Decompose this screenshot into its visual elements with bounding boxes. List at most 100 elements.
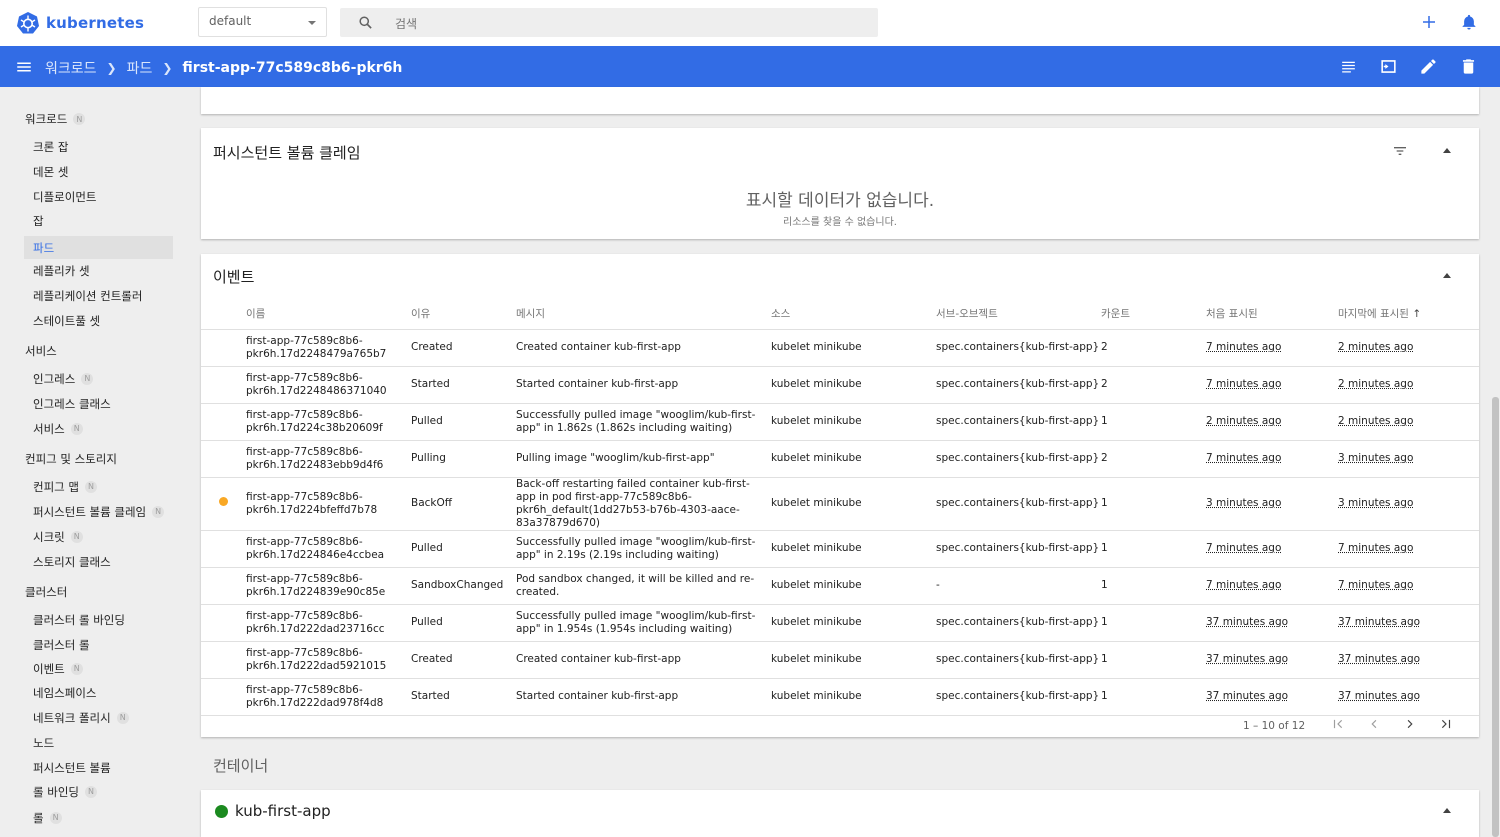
sidebar-item-jobs[interactable]: 잡 bbox=[24, 209, 173, 232]
relative-time[interactable]: 3 minutes ago bbox=[1206, 497, 1281, 509]
column-header-message[interactable]: 메시지 bbox=[516, 299, 771, 330]
sidebar-item-persistentvolumes[interactable]: 퍼시스턴트 볼륨 bbox=[24, 756, 173, 779]
relative-time[interactable]: 37 minutes ago bbox=[1338, 616, 1420, 628]
column-header-source[interactable]: 소스 bbox=[771, 299, 936, 330]
sidebar-group-workloads[interactable]: 워크로드 N bbox=[25, 111, 86, 127]
relative-time[interactable]: 7 minutes ago bbox=[1206, 378, 1281, 390]
sidebar-item-replicationcontrollers[interactable]: 레플리케이션 컨트롤러 bbox=[24, 284, 173, 307]
column-header-count[interactable]: 카운트 bbox=[1101, 299, 1206, 330]
sidebar-item-secrets[interactable]: 시크릿 N bbox=[24, 525, 173, 548]
sidebar-item-events[interactable]: 이벤트 N bbox=[24, 657, 173, 680]
sidebar-item-clusterroles[interactable]: 클러스터 롤 bbox=[24, 633, 173, 656]
sidebar-item-label: 스테이트풀 셋 bbox=[33, 313, 101, 328]
column-header-first-seen[interactable]: 처음 표시된 bbox=[1206, 299, 1338, 330]
table-row[interactable]: first-app-77c589c8b6-pkr6h.17d224c38b206… bbox=[201, 403, 1479, 441]
event-last-seen: 2 minutes ago bbox=[1338, 403, 1479, 441]
exec-shell-icon[interactable] bbox=[1379, 57, 1398, 76]
search-input[interactable]: 검색 bbox=[340, 8, 878, 37]
table-row[interactable]: first-app-77c589c8b6-pkr6h.17d22483ebb9d… bbox=[201, 440, 1479, 478]
sidebar-group-services[interactable]: 서비스 bbox=[25, 343, 57, 359]
last-page-icon[interactable] bbox=[1439, 717, 1453, 731]
sidebar-group-cluster[interactable]: 클러스터 bbox=[25, 584, 67, 600]
breadcrumb-workloads[interactable]: 워크로드 bbox=[45, 58, 97, 78]
event-count: 1 bbox=[1101, 641, 1206, 679]
relative-time[interactable]: 37 minutes ago bbox=[1338, 690, 1420, 702]
relative-time[interactable]: 3 minutes ago bbox=[1338, 497, 1413, 509]
sidebar-item-clusterrolebindings[interactable]: 클러스터 롤 바인딩 bbox=[24, 608, 173, 631]
collapse-icon[interactable] bbox=[1443, 148, 1451, 153]
events-table-body: first-app-77c589c8b6-pkr6h.17d2248479a76… bbox=[201, 329, 1479, 716]
sidebar-item-roles[interactable]: 롤N bbox=[24, 806, 173, 829]
sidebar-item-pvcs[interactable]: 퍼시스턴트 볼륨 클레임 N bbox=[24, 500, 173, 523]
sidebar-item-networkpolicies[interactable]: 네트워크 폴리시 N bbox=[24, 706, 173, 729]
column-header-reason[interactable]: 이유 bbox=[411, 299, 516, 330]
logs-icon[interactable] bbox=[1339, 57, 1358, 76]
namespace-select[interactable]: default bbox=[198, 7, 327, 37]
event-reason: Started bbox=[411, 366, 516, 404]
relative-time[interactable]: 37 minutes ago bbox=[1206, 690, 1288, 702]
sidebar-item-rolebindings[interactable]: 롤 바인딩 N bbox=[24, 780, 173, 803]
sidebar-item-storageclasses[interactable]: 스토리지 클래스 bbox=[24, 550, 173, 573]
table-row[interactable]: first-app-77c589c8b6-pkr6h.17d222dad978f… bbox=[201, 678, 1479, 716]
table-row[interactable]: first-app-77c589c8b6-pkr6h.17d224bfeffd7… bbox=[201, 477, 1479, 531]
delete-trash-icon[interactable] bbox=[1459, 57, 1478, 76]
sidebar-item-ingresses[interactable]: 인그레스 N bbox=[24, 367, 173, 390]
relative-time[interactable]: 7 minutes ago bbox=[1206, 452, 1281, 464]
column-header-name[interactable]: 이름 bbox=[246, 299, 411, 330]
kubernetes-logo[interactable]: kubernetes bbox=[16, 11, 144, 35]
relative-time[interactable]: 2 minutes ago bbox=[1206, 415, 1281, 427]
filter-icon[interactable] bbox=[1392, 143, 1408, 159]
sidebar-item-ingressclasses[interactable]: 인그레스 클래스 bbox=[24, 392, 173, 415]
relative-time[interactable]: 2 minutes ago bbox=[1338, 415, 1413, 427]
sidebar-item-pods[interactable]: 파드 bbox=[24, 236, 173, 259]
table-row[interactable]: first-app-77c589c8b6-pkr6h.17d222dad2371… bbox=[201, 604, 1479, 642]
sidebar-item-nodes[interactable]: 노드 bbox=[24, 731, 173, 754]
event-source: kubelet minikube bbox=[771, 678, 936, 716]
collapse-icon[interactable] bbox=[1443, 273, 1451, 278]
relative-time[interactable]: 7 minutes ago bbox=[1206, 341, 1281, 353]
sidebar-item-label: 롤 bbox=[33, 810, 44, 825]
sidebar-item-label: 시크릿 bbox=[33, 529, 65, 544]
next-page-icon[interactable] bbox=[1403, 717, 1417, 731]
collapse-icon[interactable] bbox=[1443, 808, 1451, 813]
menu-icon[interactable] bbox=[15, 58, 33, 76]
relative-time[interactable]: 7 minutes ago bbox=[1338, 542, 1413, 554]
sidebar-item-replicasets[interactable]: 레플리카 셋 bbox=[24, 259, 173, 282]
sidebar-item-configmaps[interactable]: 컨피그 맵 N bbox=[24, 475, 173, 498]
relative-time[interactable]: 7 minutes ago bbox=[1338, 579, 1413, 591]
table-row[interactable]: first-app-77c589c8b6-pkr6h.17d222dad5921… bbox=[201, 641, 1479, 679]
sidebar-item-daemonsets[interactable]: 데몬 셋 bbox=[24, 160, 173, 183]
sidebar-group-label: 서비스 bbox=[25, 344, 57, 358]
relative-time[interactable]: 37 minutes ago bbox=[1338, 653, 1420, 665]
notifications-bell-icon[interactable] bbox=[1460, 13, 1478, 31]
table-row[interactable]: first-app-77c589c8b6-pkr6h.17d224846e4cc… bbox=[201, 530, 1479, 568]
breadcrumb-pods[interactable]: 파드 bbox=[127, 58, 153, 78]
relative-time[interactable]: 3 minutes ago bbox=[1338, 452, 1413, 464]
relative-time[interactable]: 2 minutes ago bbox=[1338, 341, 1413, 353]
table-row[interactable]: first-app-77c589c8b6-pkr6h.17d2248486371… bbox=[201, 366, 1479, 404]
event-subobject: spec.containers{kub-first-app} bbox=[936, 530, 1101, 568]
relative-time[interactable]: 2 minutes ago bbox=[1338, 378, 1413, 390]
relative-time[interactable]: 7 minutes ago bbox=[1206, 579, 1281, 591]
previous-page-icon[interactable] bbox=[1367, 717, 1381, 731]
edit-pencil-icon[interactable] bbox=[1419, 57, 1438, 76]
table-row[interactable]: first-app-77c589c8b6-pkr6h.17d2248479a76… bbox=[201, 329, 1479, 367]
sidebar-item-statefulsets[interactable]: 스테이트풀 셋 bbox=[24, 309, 173, 332]
namespaced-badge: N bbox=[116, 711, 129, 724]
first-page-icon[interactable] bbox=[1331, 717, 1345, 731]
status-cell bbox=[201, 567, 246, 605]
sidebar-item-services[interactable]: 서비스 N bbox=[24, 417, 173, 440]
sidebar-item-namespaces[interactable]: 네임스페이스 bbox=[24, 681, 173, 704]
create-plus-icon[interactable] bbox=[1420, 13, 1438, 31]
page-scrollbar[interactable] bbox=[1492, 397, 1499, 837]
sidebar-group-config-storage[interactable]: 컨피그 및 스토리지 bbox=[25, 451, 117, 467]
relative-time[interactable]: 37 minutes ago bbox=[1206, 616, 1288, 628]
relative-time[interactable]: 7 minutes ago bbox=[1206, 542, 1281, 554]
column-header-last-seen[interactable]: 마지막에 표시된 ↑ bbox=[1338, 299, 1479, 330]
sidebar-item-cronjobs[interactable]: 크론 잡 bbox=[24, 135, 173, 158]
sidebar-item-deployments[interactable]: 디플로이먼트 bbox=[24, 185, 173, 208]
column-header-subobject[interactable]: 서브-오브젝트 bbox=[936, 299, 1101, 330]
relative-time[interactable]: 37 minutes ago bbox=[1206, 653, 1288, 665]
event-reason: SandboxChanged bbox=[411, 567, 516, 605]
table-row[interactable]: first-app-77c589c8b6-pkr6h.17d224839e90c… bbox=[201, 567, 1479, 605]
